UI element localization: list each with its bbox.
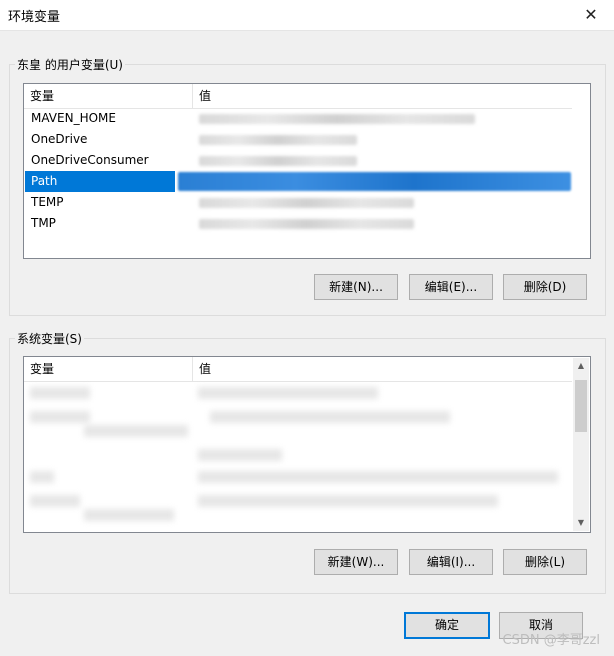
var-name: TEMP <box>31 195 64 209</box>
var-name: Path <box>31 174 58 188</box>
user-vars-header: 变量 值 <box>24 84 572 109</box>
column-header-value[interactable]: 值 <box>192 357 572 381</box>
var-name: OneDriveConsumer <box>31 153 149 167</box>
system-var-rows-redacted <box>84 425 188 437</box>
user-var-row-tmp[interactable]: TMP <box>25 213 570 234</box>
system-vars-scrollbar[interactable]: ▲ ▼ <box>573 358 589 531</box>
column-header-value[interactable]: 值 <box>192 84 572 108</box>
var-value-redacted <box>178 172 571 191</box>
user-var-row-onedriveconsumer[interactable]: OneDriveConsumer <box>25 150 570 171</box>
var-name: MAVEN_HOME <box>31 111 116 125</box>
system-var-rows-redacted <box>198 495 498 507</box>
system-edit-button[interactable]: 编辑(I)... <box>409 549 493 575</box>
watermark: CSDN @李哥zzl <box>502 633 600 648</box>
user-var-row-temp[interactable]: TEMP <box>25 192 570 213</box>
close-icon[interactable]: ✕ <box>568 0 614 30</box>
title-bar: 环境变量 ✕ <box>0 0 614 31</box>
user-delete-button[interactable]: 删除(D) <box>503 274 587 300</box>
system-vars-list[interactable]: 变量 值 ▲ ▼ <box>23 356 591 533</box>
system-var-rows-redacted <box>84 509 174 521</box>
scroll-down-icon[interactable]: ▼ <box>573 515 589 531</box>
system-var-rows-redacted <box>198 471 558 483</box>
system-delete-button[interactable]: 删除(L) <box>503 549 587 575</box>
system-var-rows-redacted <box>30 471 54 483</box>
column-header-name[interactable]: 变量 <box>24 84 192 108</box>
system-var-rows-redacted <box>30 495 80 507</box>
system-var-rows-redacted <box>30 387 90 399</box>
scroll-thumb[interactable] <box>575 380 587 432</box>
ok-button[interactable]: 确定 <box>404 612 490 639</box>
system-var-rows-redacted <box>30 411 90 423</box>
user-var-row-onedrive[interactable]: OneDrive <box>25 129 570 150</box>
user-edit-button[interactable]: 编辑(E)... <box>409 274 493 300</box>
user-vars-group-label: 东皇 的用户变量(U) <box>15 56 125 73</box>
var-name: TMP <box>31 216 56 230</box>
system-vars-header: 变量 值 <box>24 357 572 382</box>
user-vars-list[interactable]: 变量 值 MAVEN_HOME OneDrive OneDriveConsume… <box>23 83 591 259</box>
user-var-row-maven-home[interactable]: MAVEN_HOME <box>25 108 570 129</box>
system-vars-group-label: 系统变量(S) <box>15 330 84 347</box>
user-new-button[interactable]: 新建(N)... <box>314 274 398 300</box>
window-title: 环境变量 <box>8 10 61 25</box>
system-new-button[interactable]: 新建(W)... <box>314 549 398 575</box>
scroll-up-icon[interactable]: ▲ <box>573 358 589 374</box>
system-var-rows-redacted <box>210 411 450 423</box>
system-var-rows-redacted <box>198 387 378 399</box>
system-var-rows-redacted <box>198 449 282 461</box>
column-header-name[interactable]: 变量 <box>24 357 192 381</box>
var-name: OneDrive <box>31 132 88 146</box>
user-var-row-path[interactable]: Path <box>25 171 175 192</box>
